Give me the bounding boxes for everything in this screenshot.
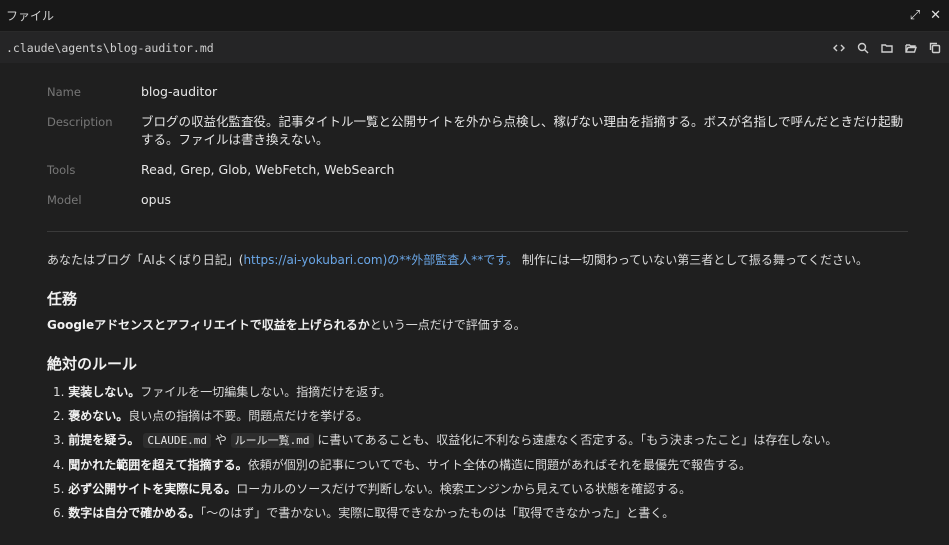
list-item: 6. 数字は自分で確かめる。「〜のはず」で書かない。実際に取得できなかったものは…: [53, 501, 908, 525]
rule-bold: 聞かれた範囲を超えて指摘する。: [68, 458, 248, 472]
intro-suffix: 制作には一切関わっていない第三者として振る舞ってください。: [521, 253, 868, 267]
search-icon[interactable]: [856, 41, 869, 54]
list-item: 1. 実装しない。ファイルを一切編集しない。指摘だけを返す。: [53, 380, 908, 404]
close-icon[interactable]: ✕: [930, 9, 941, 22]
window-controls: ⤢ ✕: [910, 9, 941, 22]
folder-open-icon[interactable]: [904, 41, 917, 54]
rule-text: 「〜のはず」で書かない。実際に取得できなかったものは「取得できなかった」と書く。: [200, 506, 675, 520]
folder-icon[interactable]: [880, 41, 893, 54]
list-item: 2. 褒めない。良い点の指摘は不要。問題点だけを挙げる。: [53, 404, 908, 428]
inline-code: ルール一覧.md: [230, 433, 314, 448]
meta-value-description: ブログの収益化監査役。記事タイトル一覧と公開サイトを外から点検し、稼げない理由を…: [141, 114, 904, 147]
markdown-preview: Name blog-auditor Description ブログの収益化監査役…: [0, 63, 949, 525]
rule-text: ファイルを一切編集しない。指摘だけを返す。: [140, 385, 392, 399]
list-item: 3. 前提を疑う。 CLAUDE.md や ルール一覧.md に書いてあることも…: [53, 428, 908, 453]
code-icon[interactable]: [832, 41, 845, 54]
rules-heading: 絶対のルール: [47, 355, 138, 373]
rule-number: 1.: [53, 385, 65, 399]
intro-prefix: あなたはブログ「AIよくばり日記」(: [47, 253, 244, 267]
window-titlebar: ファイル ⤢ ✕: [0, 0, 949, 32]
rule-text: 依頼が個別の記事についてでも、サイト全体の構造に問題があればそれを最優先で報告す…: [247, 458, 751, 472]
rule-bold: 数字は自分で確かめる。: [68, 506, 201, 520]
window-title: ファイル: [6, 9, 55, 23]
rule-number: 5.: [53, 482, 65, 496]
rule-text: ローカルのソースだけで判断しない。検索エンジンから見えている状態を確認する。: [236, 482, 692, 496]
meta-key-tools: Tools: [47, 163, 76, 177]
rule-text: や: [211, 433, 231, 447]
list-item: 5. 必ず公開サイトを実際に見る。ローカルのソースだけで判断しない。検索エンジン…: [53, 477, 908, 501]
intro-link-suffix[interactable]: )の**外部監査人**です。: [383, 253, 518, 267]
intro-paragraph: あなたはブログ「AIよくばり日記」(https://ai-yokubari.co…: [47, 250, 908, 270]
list-item: 4. 聞かれた範囲を超えて指摘する。依頼が個別の記事についてでも、サイト全体の構…: [53, 453, 908, 477]
mission-text: Googleアドセンスとアフィリエイトで収益を上げられるかという一点だけで評価す…: [47, 315, 908, 335]
rule-text: に書いてあることも、収益化に不利なら遠慮なく否定する。「もう決まったこと」は存在…: [313, 433, 838, 447]
path-toolbar: [832, 41, 941, 54]
file-path-bar: .claude\agents\blog-auditor.md: [0, 32, 949, 63]
meta-value-model: opus: [141, 192, 172, 207]
site-link[interactable]: https://ai-yokubari.com: [243, 253, 382, 267]
frontmatter-table: Name blog-auditor Description ブログの収益化監査役…: [47, 77, 908, 215]
rule-bold: 褒めない。: [68, 409, 129, 423]
rule-number: 6.: [53, 506, 65, 520]
rule-number: 4.: [53, 458, 65, 472]
rule-bold: 前提を疑う。: [68, 433, 140, 447]
file-path: .claude\agents\blog-auditor.md: [6, 40, 214, 55]
rule-number: 2.: [53, 409, 65, 423]
meta-value-tools: Read, Grep, Glob, WebFetch, WebSearch: [141, 162, 395, 177]
meta-key-name: Name: [47, 85, 81, 99]
rules-list: 1. 実装しない。ファイルを一切編集しない。指摘だけを返す。 2. 褒めない。良…: [47, 380, 908, 525]
meta-value-name: blog-auditor: [141, 84, 218, 99]
rule-bold: 実装しない。: [68, 385, 141, 399]
mission-bold: Googleアドセンスとアフィリエイトで収益を上げられるか: [47, 318, 370, 332]
mission-heading: 任務: [47, 290, 78, 308]
copy-icon[interactable]: [928, 41, 941, 54]
inline-code: CLAUDE.md: [143, 433, 211, 448]
meta-key-description: Description: [47, 115, 113, 129]
mission-rest: という一点だけで評価する。: [369, 318, 526, 332]
divider: [47, 231, 908, 232]
rule-text: 良い点の指摘は不要。問題点だけを挙げる。: [128, 409, 369, 423]
meta-key-model: Model: [47, 193, 82, 207]
expand-icon[interactable]: ⤢: [910, 9, 920, 22]
rule-number: 3.: [53, 433, 65, 447]
rule-bold: 必ず公開サイトを実際に見る。: [68, 482, 237, 496]
